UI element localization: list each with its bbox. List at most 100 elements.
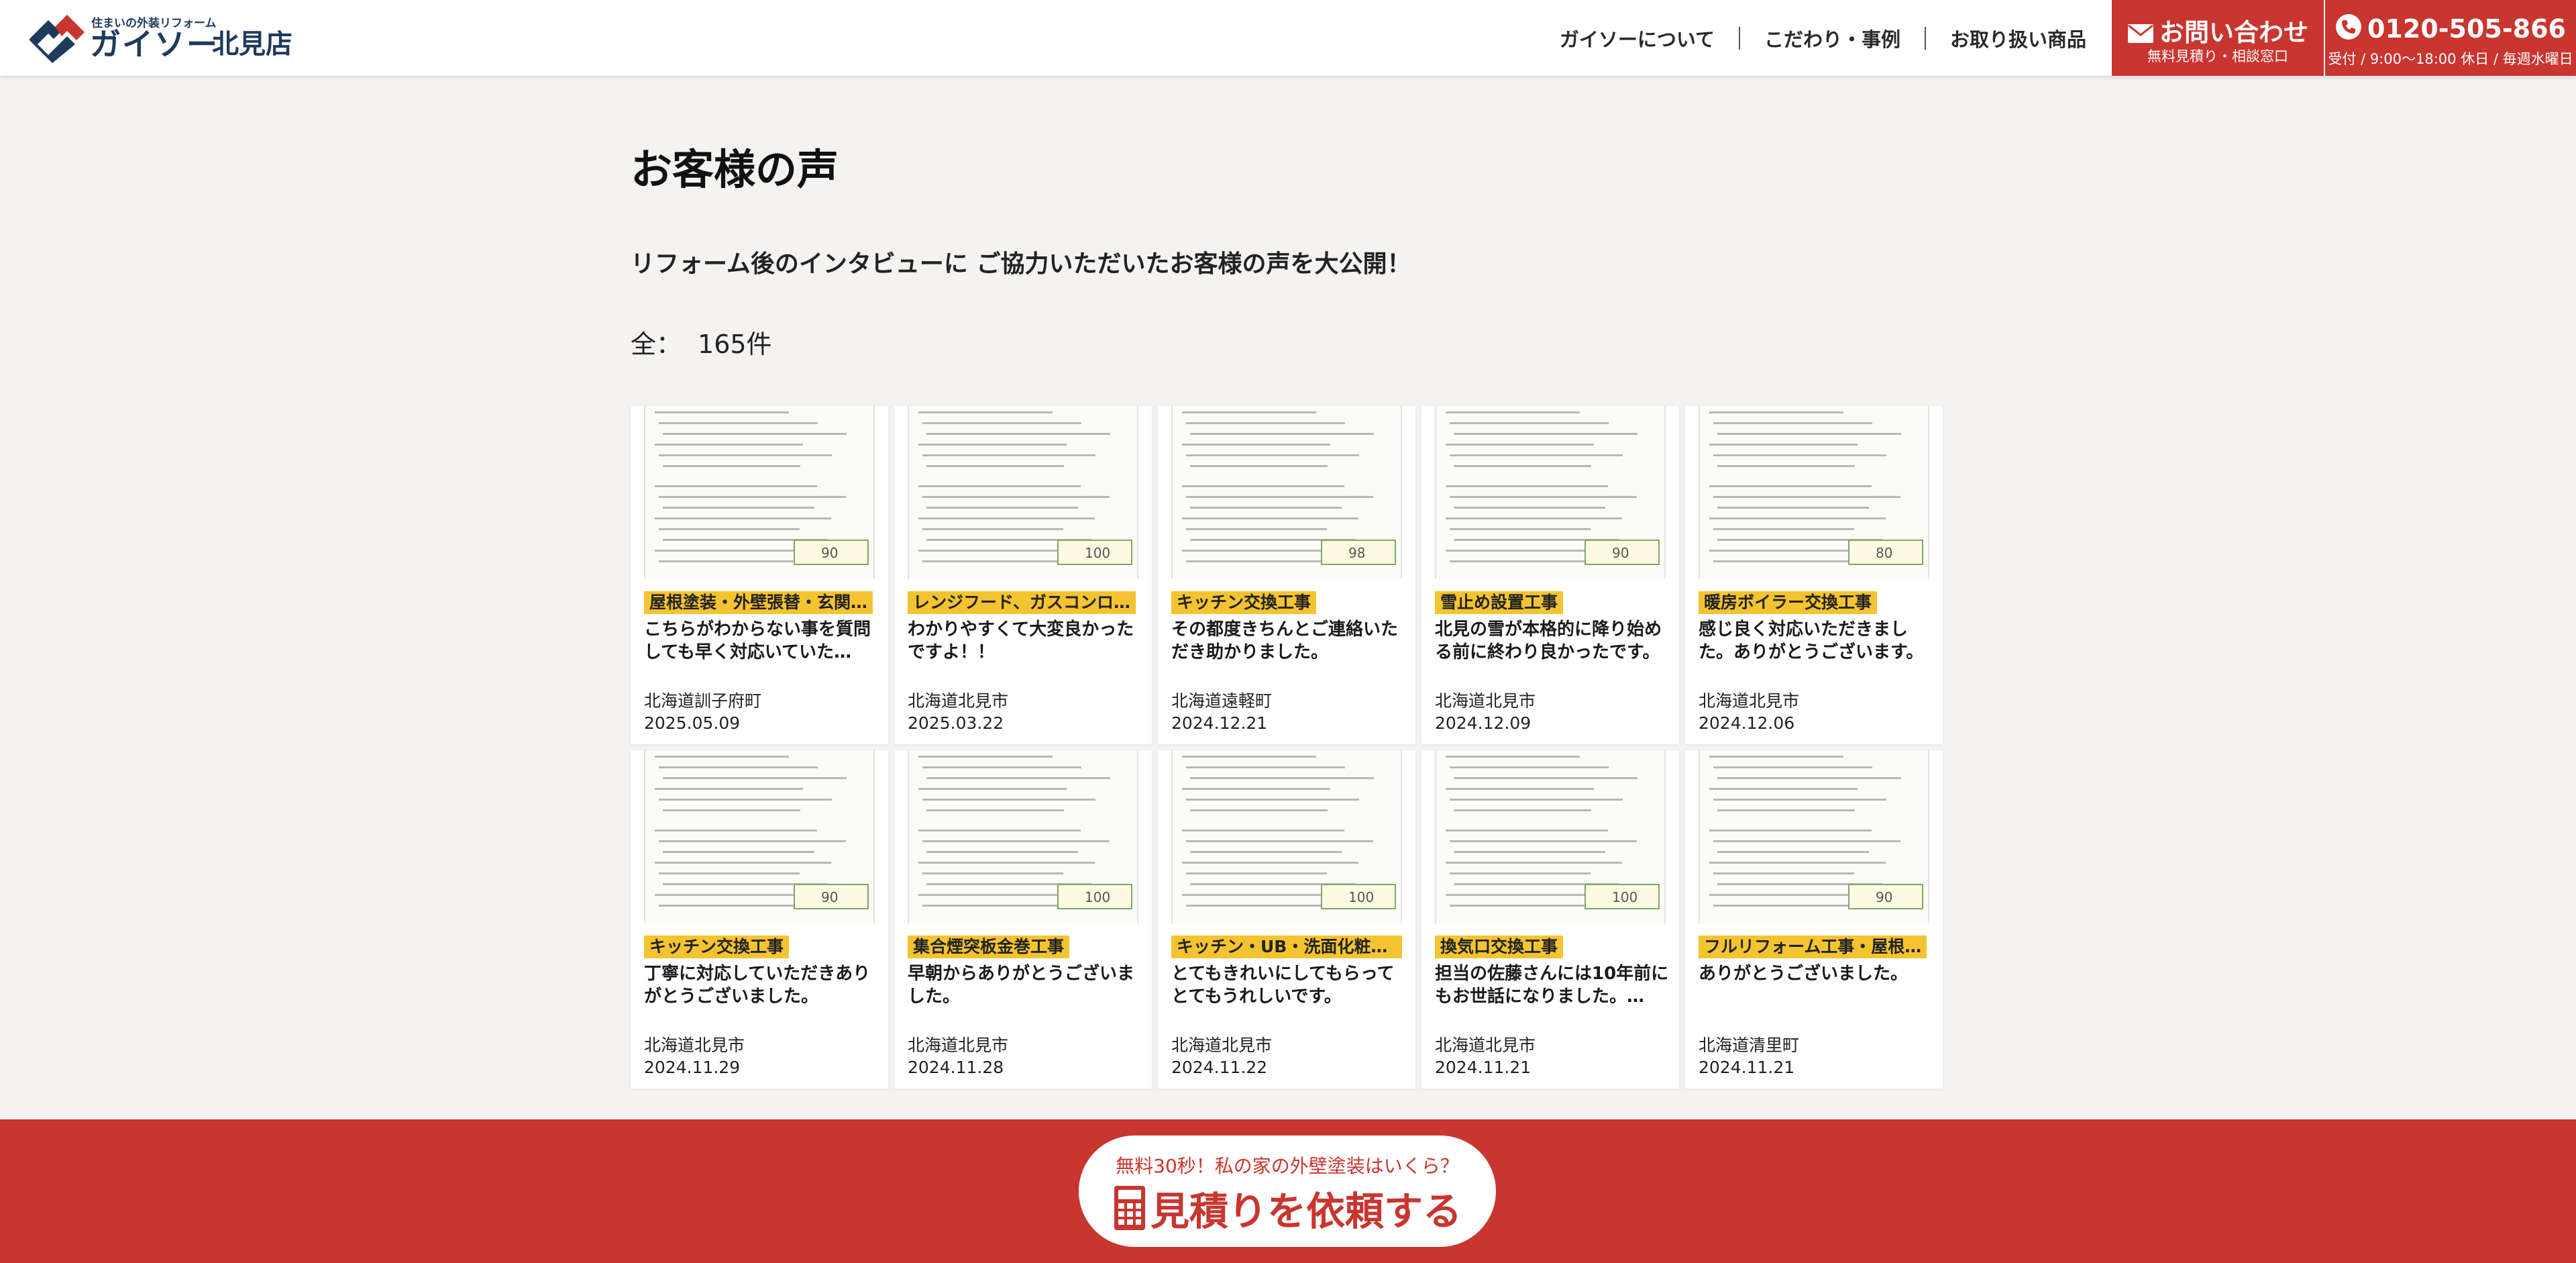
voice-excerpt: その都度きちんとご連絡いただき助かりました。 [1171, 619, 1399, 662]
survey-sheet-image: 90 [644, 406, 875, 579]
nav-item-products[interactable]: お取り扱い商品 [1926, 24, 2110, 52]
survey-sheet-image: 100 [1171, 750, 1402, 923]
survey-score: 100 [1085, 545, 1110, 561]
work-type-tag: 雪止め設置工事 [1435, 591, 1564, 614]
customer-location: 北海道北見市 [908, 1035, 1009, 1055]
page-title: お客様の声 [631, 145, 839, 194]
work-type-tag: 集合煙突板金巻工事 [908, 936, 1070, 958]
logo-brand: ガイソー [90, 26, 219, 62]
survey-sheet-image: 90 [1435, 406, 1666, 579]
survey-sheet-image: 100 [908, 406, 1138, 579]
survey-score: 90 [1876, 889, 1892, 905]
voice-card[interactable]: 90 フルリフォーム工事・屋根… ありがとうございました。 北海道清里町 202… [1685, 750, 1943, 1089]
survey-sheet-lines: 100 [1446, 756, 1660, 909]
survey-sheet-image: 90 [644, 750, 875, 923]
customer-location: 北海道北見市 [644, 1035, 745, 1055]
customer-location: 北海道遠軽町 [1171, 691, 1273, 711]
estimate-request-button[interactable]: 無料30秒！私の家の外壁塗装はいくら？ 見積りを依頼する [1079, 1135, 1496, 1247]
survey-sheet-lines: 100 [918, 756, 1132, 909]
survey-score: 98 [1348, 545, 1365, 561]
phone-button[interactable]: 0120-505-866 受付 / 9:00〜18:00 休日 / 毎週水曜日 [2325, 0, 2576, 76]
voice-date: 2024.11.29 [644, 1058, 741, 1077]
voice-excerpt: 北見の雪が本格的に降り始める前に終わり良かったです。 [1435, 619, 1662, 662]
contact-button-main: お問い合わせ [2112, 12, 2324, 48]
survey-sheet-image: 90 [1699, 750, 1929, 923]
survey-sheet-lines: 90 [1709, 756, 1923, 909]
voice-date: 2024.11.28 [908, 1058, 1004, 1077]
survey-sheet-lines: 90 [655, 756, 869, 909]
voice-card[interactable]: 100 キッチン・UB・洗面化粧台… とてもきれいにしてもらってとてもうれしいで… [1158, 750, 1415, 1089]
result-count-value: 165件 [698, 330, 772, 359]
voice-card[interactable]: 100 集合煙突板金巻工事 早朝からありがとうございました。 北海道北見市 20… [894, 750, 1152, 1089]
main-nav: ガイソーについて こだわり・事例 お取り扱い商品 [1536, 0, 2110, 76]
voice-excerpt: こちらがわからない事を質問しても早く対応いていた… [644, 619, 871, 662]
voice-excerpt: 感じ良く対応いただきました。ありがとうございます。 [1699, 619, 1924, 662]
survey-sheet-lines: 80 [1709, 411, 1923, 565]
voice-date: 2024.12.06 [1699, 713, 1795, 733]
site-header: 住まいの外装リフォーム ガイソー 北見店 ガイソーについて こだわり・事例 お取… [0, 0, 2576, 76]
survey-score: 100 [1612, 889, 1638, 905]
survey-sheet-lines: 98 [1182, 411, 1396, 565]
customer-location: 北海道清里町 [1699, 1035, 1800, 1055]
survey-sheet-image: 80 [1699, 406, 1929, 579]
customer-location: 北海道北見市 [1171, 1035, 1273, 1055]
work-type-tag: レンジフード、ガスコンロ… [908, 591, 1136, 614]
voice-date: 2025.03.22 [908, 713, 1004, 733]
mail-icon [2128, 24, 2153, 43]
voice-card[interactable]: 90 屋根塗装・外壁張替・玄関… こちらがわからない事を質問しても早く対応いてい… [631, 406, 888, 744]
calculator-icon [1114, 1186, 1145, 1230]
voice-date: 2025.05.09 [644, 713, 741, 733]
voice-card[interactable]: 98 キッチン交換工事 その都度きちんとご連絡いただき助かりました。 北海道遠軽… [1158, 406, 1415, 744]
survey-sheet-image: 100 [1435, 750, 1666, 923]
survey-score: 100 [1348, 889, 1374, 905]
survey-sheet-lines: 100 [1182, 756, 1396, 909]
contact-button-label: お問い合わせ [2159, 18, 2308, 47]
voice-date: 2024.11.21 [1699, 1058, 1795, 1077]
voice-excerpt: とてもきれいにしてもらってとてもうれしいです。 [1171, 964, 1395, 1007]
work-type-tag: キッチン交換工事 [1171, 591, 1317, 614]
work-type-tag: キッチン交換工事 [644, 936, 790, 958]
survey-sheet-lines: 100 [918, 411, 1132, 565]
contact-button[interactable]: お問い合わせ 無料見積り・相談窓口 [2112, 0, 2324, 76]
voice-date: 2024.12.09 [1435, 713, 1532, 733]
customer-location: 北海道北見市 [908, 691, 1009, 711]
logo-store-name: 北見店 [212, 29, 292, 60]
survey-score: 100 [1085, 889, 1110, 905]
customer-location: 北海道北見市 [1699, 691, 1800, 711]
survey-score: 90 [1612, 545, 1629, 561]
contact-button-sub: 無料見積り・相談窓口 [2147, 48, 2288, 64]
phone-button-main: 0120-505-866 [2325, 13, 2576, 44]
voice-excerpt: 丁寧に対応していただきありがとうございました。 [644, 964, 871, 1007]
voice-date: 2024.11.22 [1171, 1058, 1268, 1077]
survey-score: 90 [821, 545, 838, 561]
nav-item-cases[interactable]: こだわり・事例 [1740, 24, 1925, 52]
work-type-tag: キッチン・UB・洗面化粧台… [1171, 936, 1402, 958]
result-count: 全： 165件 [631, 323, 772, 360]
survey-score: 90 [821, 889, 838, 905]
survey-sheet-lines: 90 [1446, 411, 1660, 565]
survey-sheet-image: 100 [908, 750, 1138, 923]
phone-number: 0120-505-866 [2367, 14, 2566, 44]
estimate-cta-band: 無料30秒！私の家の外壁塗装はいくら？ 見積りを依頼する [0, 1119, 2576, 1263]
voice-card[interactable]: 90 雪止め設置工事 北見の雪が本格的に降り始める前に終わり良かったです。 北海… [1421, 406, 1679, 744]
voice-excerpt: 早朝からありがとうございました。 [908, 964, 1135, 1007]
voice-card[interactable]: 90 キッチン交換工事 丁寧に対応していただきありがとうございました。 北海道北… [631, 750, 888, 1089]
nav-item-about[interactable]: ガイソーについて [1536, 24, 1739, 52]
estimate-cta-label: 見積りを依頼する [1150, 1189, 1462, 1234]
work-type-tag: 暖房ボイラー交換工事 [1699, 591, 1878, 614]
survey-sheet-lines: 90 [655, 411, 869, 565]
page-lead: リフォーム後のインタビューに ご協力いただいたお客様の声を大公開！ [631, 250, 1411, 278]
estimate-cta-main: 見積りを依頼する [1079, 1180, 1496, 1236]
voice-excerpt: ありがとうございました。 [1699, 964, 1909, 984]
voice-excerpt: わかりやすくて大変良かったですよ！！ [908, 619, 1134, 662]
logo-mark-icon [30, 15, 85, 63]
voice-card[interactable]: 80 暖房ボイラー交換工事 感じ良く対応いただきました。ありがとうございます。 … [1685, 406, 1943, 744]
voice-card[interactable]: 100 換気口交換工事 担当の佐藤さんには10年前にもお世話になりました。… 北… [1421, 750, 1679, 1089]
estimate-cta-sub: 無料30秒！私の家の外壁塗装はいくら？ [1116, 1155, 1459, 1177]
customer-location: 北海道北見市 [1435, 691, 1536, 711]
customer-location: 北海道訓子府町 [644, 691, 762, 711]
site-logo[interactable]: 住まいの外装リフォーム ガイソー 北見店 [25, 11, 307, 64]
customer-location: 北海道北見市 [1435, 1035, 1536, 1055]
survey-score: 80 [1876, 545, 1892, 561]
voice-card[interactable]: 100 レンジフード、ガスコンロ… わかりやすくて大変良かったですよ！！ 北海道… [894, 406, 1152, 744]
